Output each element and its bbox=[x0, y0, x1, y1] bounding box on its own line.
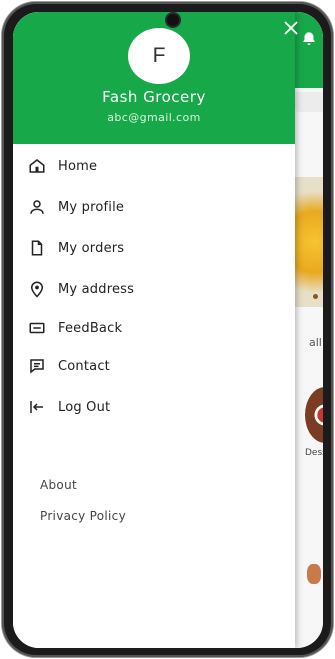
avatar[interactable]: F bbox=[128, 28, 190, 84]
menu-label: Contact bbox=[58, 358, 110, 374]
category-image[interactable] bbox=[305, 387, 323, 443]
user-email: abc@gmail.com bbox=[107, 111, 201, 124]
document-icon bbox=[31, 240, 43, 256]
background-banner-image bbox=[295, 177, 323, 307]
menu-label: Home bbox=[58, 158, 98, 174]
menu-item-my-address[interactable]: My address bbox=[28, 277, 134, 301]
product-image[interactable] bbox=[307, 564, 321, 584]
menu-label: My profile bbox=[58, 199, 125, 215]
screen: all > Desse F Fash Grocery abc@gmail.com… bbox=[13, 12, 323, 648]
home-icon bbox=[29, 159, 45, 173]
bell-icon[interactable] bbox=[299, 30, 319, 52]
menu-item-feedback[interactable]: FeedBack bbox=[28, 316, 122, 340]
message-icon bbox=[30, 359, 44, 374]
user-icon bbox=[30, 200, 44, 214]
privacy-policy-link[interactable]: Privacy Policy bbox=[40, 509, 126, 523]
menu-label: FeedBack bbox=[58, 320, 123, 336]
background-search-strip bbox=[295, 92, 323, 112]
drawer-header: F Fash Grocery abc@gmail.com bbox=[13, 12, 295, 144]
see-all-link[interactable]: all > bbox=[309, 336, 323, 349]
about-link[interactable]: About bbox=[40, 478, 77, 492]
menu-item-my-profile[interactable]: My profile bbox=[28, 195, 124, 219]
menu-item-log-out[interactable]: Log Out bbox=[28, 395, 110, 419]
menu-label: My address bbox=[58, 281, 135, 297]
feedback-icon bbox=[29, 322, 45, 334]
phone-frame: all > Desse F Fash Grocery abc@gmail.com… bbox=[2, 2, 333, 657]
logout-icon bbox=[30, 401, 43, 413]
menu-label: Log Out bbox=[58, 399, 111, 415]
menu-item-my-orders[interactable]: My orders bbox=[28, 236, 124, 260]
menu-label: My orders bbox=[58, 240, 125, 256]
menu-item-contact[interactable]: Contact bbox=[28, 354, 110, 378]
front-camera bbox=[167, 14, 179, 26]
banner-indicator bbox=[313, 294, 318, 299]
navigation-drawer: F Fash Grocery abc@gmail.com Home My pro… bbox=[13, 12, 295, 648]
user-name: Fash Grocery bbox=[102, 88, 206, 106]
menu-item-home[interactable]: Home bbox=[28, 154, 97, 178]
location-pin-icon bbox=[30, 281, 44, 298]
category-label: Desse bbox=[305, 448, 323, 458]
close-icon[interactable] bbox=[282, 19, 300, 37]
